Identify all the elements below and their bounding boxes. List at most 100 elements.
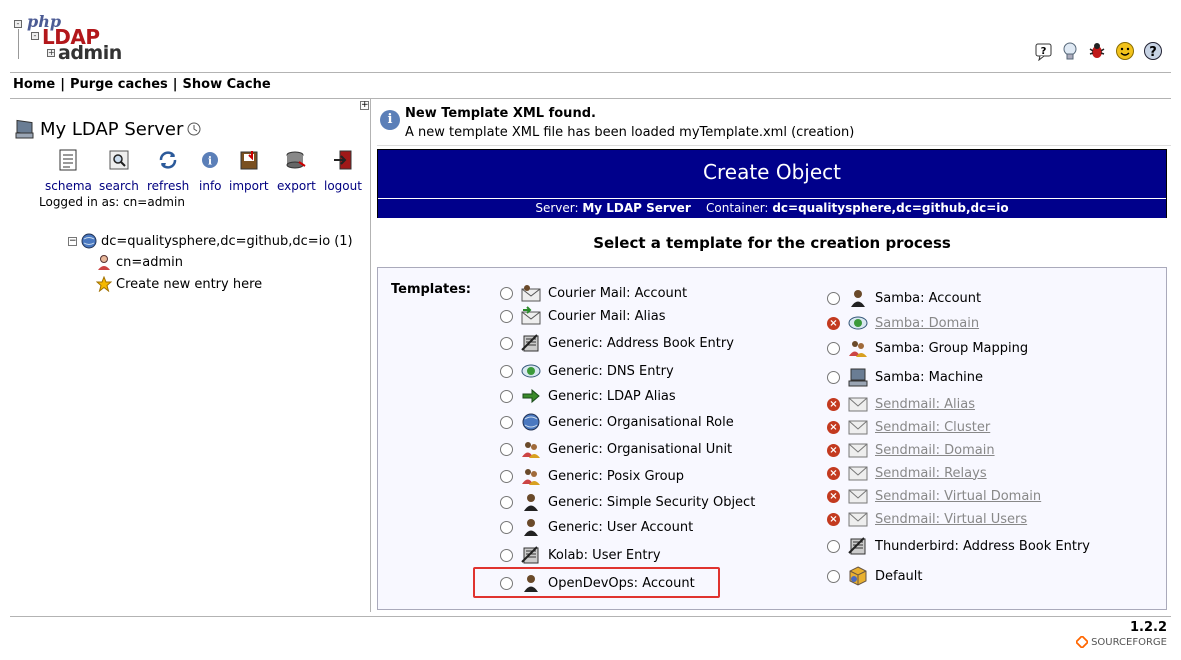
template-label[interactable]: Default [875, 569, 923, 584]
template-radio[interactable] [827, 370, 840, 384]
tree-create-label[interactable]: Create new entry here [116, 277, 262, 292]
template-option[interactable]: Generic: Address Book Entry [500, 333, 734, 353]
tree-create-entry[interactable]: Create new entry here [96, 276, 262, 292]
template-label[interactable]: Courier Mail: Alias [548, 309, 665, 324]
template-radio[interactable] [500, 336, 513, 350]
template-radio[interactable] [500, 469, 513, 483]
template-radio[interactable] [500, 442, 513, 456]
template-radio[interactable] [500, 309, 513, 323]
templates-label: Templates: [391, 282, 472, 297]
template-option[interactable]: Generic: User Account [500, 517, 693, 537]
tool-info[interactable]: i info [199, 148, 222, 193]
bug-icon[interactable] [1087, 41, 1107, 61]
template-label[interactable]: Samba: Group Mapping [875, 341, 1028, 356]
menu-show-cache-link[interactable]: Show Cache [183, 77, 271, 92]
template-label[interactable]: Generic: Organisational Unit [548, 442, 732, 457]
template-label[interactable]: Sendmail: Relays [875, 466, 987, 481]
template-option[interactable]: Default [827, 566, 923, 586]
tool-logout[interactable]: logout [324, 148, 362, 193]
notice-text: A new template XML file has been loaded … [405, 125, 855, 140]
phpldapadmin-logo[interactable]: - - + php LDAP admin [14, 12, 124, 64]
template-radio[interactable] [500, 520, 513, 534]
template-label[interactable]: Generic: DNS Entry [548, 364, 674, 379]
template-label[interactable]: Generic: Organisational Role [548, 415, 734, 430]
logo-box-icon: - [31, 32, 39, 40]
template-option[interactable]: Generic: LDAP Alias [500, 386, 676, 406]
tool-label: export [277, 179, 316, 193]
template-option[interactable]: Samba: Group Mapping [827, 338, 1028, 358]
template-radio[interactable] [827, 539, 840, 553]
refresh-icon [159, 151, 177, 169]
address-book-icon [521, 546, 539, 564]
template-label[interactable]: Courier Mail: Account [548, 286, 687, 301]
template-option[interactable]: Samba: Machine [827, 367, 983, 387]
template-label[interactable]: Samba: Machine [875, 370, 983, 385]
tool-export[interactable]: export [277, 148, 316, 193]
tool-search[interactable]: search [99, 148, 139, 193]
template-label[interactable]: Generic: Address Book Entry [548, 336, 734, 351]
template-radio[interactable] [500, 286, 513, 300]
tree-entry-admin[interactable]: cn=admin [96, 254, 183, 270]
tree-child-count: (1) [334, 233, 353, 249]
template-option[interactable]: Samba: Account [827, 288, 981, 308]
group-icon [522, 469, 540, 485]
template-label[interactable]: Sendmail: Domain [875, 443, 995, 458]
info-icon: i [380, 110, 400, 130]
template-option[interactable]: Courier Mail: Alias [500, 306, 665, 326]
tree-collapse-icon[interactable]: − [68, 236, 77, 246]
tree-entry-label[interactable]: cn=admin [116, 255, 183, 270]
template-option[interactable]: Generic: Organisational Unit [500, 439, 732, 459]
template-label[interactable]: Thunderbird: Address Book Entry [875, 539, 1090, 554]
tool-schema[interactable]: schema [45, 148, 92, 193]
template-radio[interactable] [500, 495, 513, 509]
template-radio[interactable] [827, 291, 840, 305]
template-option[interactable]: Generic: Organisational Role [500, 412, 734, 432]
template-option[interactable]: Generic: Simple Security Object [500, 492, 755, 512]
menu-purge-caches-link[interactable]: Purge caches [70, 77, 168, 92]
template-option[interactable]: Thunderbird: Address Book Entry [827, 536, 1090, 556]
lightbulb-icon[interactable] [1060, 41, 1080, 61]
template-label[interactable]: Kolab: User Entry [548, 548, 661, 563]
sourceforge-logo[interactable]: SOURCEFORGE [1076, 636, 1167, 648]
help-bubble-icon[interactable]: ? [1034, 41, 1054, 61]
template-label[interactable]: Samba: Domain [875, 316, 979, 331]
container-label: Container: [706, 201, 769, 215]
template-option[interactable]: Kolab: User Entry [500, 545, 661, 565]
menu-home-link[interactable]: Home [13, 77, 55, 92]
template-option[interactable]: Courier Mail: Account [500, 283, 687, 303]
unavailable-icon: × [827, 443, 840, 457]
template-label[interactable]: Sendmail: Virtual Domain [875, 489, 1041, 504]
dns-icon [521, 364, 541, 378]
template-radio[interactable] [500, 415, 513, 429]
template-label[interactable]: Sendmail: Alias [875, 397, 975, 412]
menu-separator: | [172, 77, 178, 92]
template-option-disabled: × Sendmail: Cluster [827, 417, 990, 437]
template-radio[interactable] [500, 389, 513, 403]
template-label[interactable]: Generic: LDAP Alias [548, 389, 676, 404]
template-radio[interactable] [500, 548, 513, 562]
header-divider [10, 72, 1171, 73]
tree-base-dn-label[interactable]: dc=qualitysphere,dc=github,dc=io [101, 234, 330, 249]
template-label[interactable]: Generic: Posix Group [548, 469, 684, 484]
template-radio[interactable] [827, 341, 840, 355]
collapse-pane-icon[interactable]: + [360, 101, 369, 110]
template-option[interactable]: Generic: DNS Entry [500, 361, 674, 381]
template-label[interactable]: Generic: User Account [548, 520, 693, 535]
svg-text:i: i [208, 155, 212, 168]
template-radio[interactable] [500, 364, 513, 378]
template-label[interactable]: Generic: Simple Security Object [548, 495, 755, 510]
template-radio[interactable] [827, 569, 840, 583]
question-icon[interactable]: ? [1143, 41, 1163, 61]
template-label[interactable]: Samba: Account [875, 291, 981, 306]
envelope-icon [848, 420, 868, 435]
template-label[interactable]: Sendmail: Cluster [875, 420, 990, 435]
tool-import[interactable]: import [229, 148, 269, 193]
template-label[interactable]: Sendmail: Virtual Users [875, 512, 1027, 527]
logo-admin-text: admin [58, 42, 122, 64]
smiley-icon[interactable] [1115, 41, 1135, 61]
tree-base-dn[interactable]: − dc=qualitysphere,dc=github,dc=io (1) [68, 233, 353, 249]
server-name[interactable]: My LDAP Server [40, 119, 183, 140]
tool-refresh[interactable]: refresh [147, 148, 189, 193]
logged-in-status: Logged in as: cn=admin [39, 195, 185, 209]
template-option[interactable]: Generic: Posix Group [500, 466, 684, 486]
